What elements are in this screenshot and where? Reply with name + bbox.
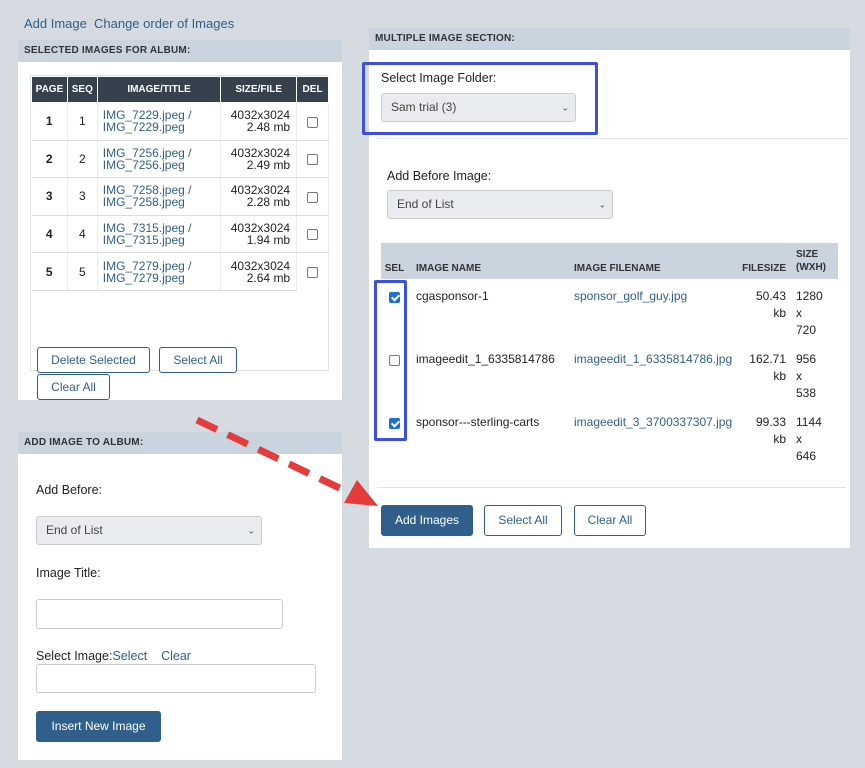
annotation-arrow-icon [195, 416, 378, 506]
